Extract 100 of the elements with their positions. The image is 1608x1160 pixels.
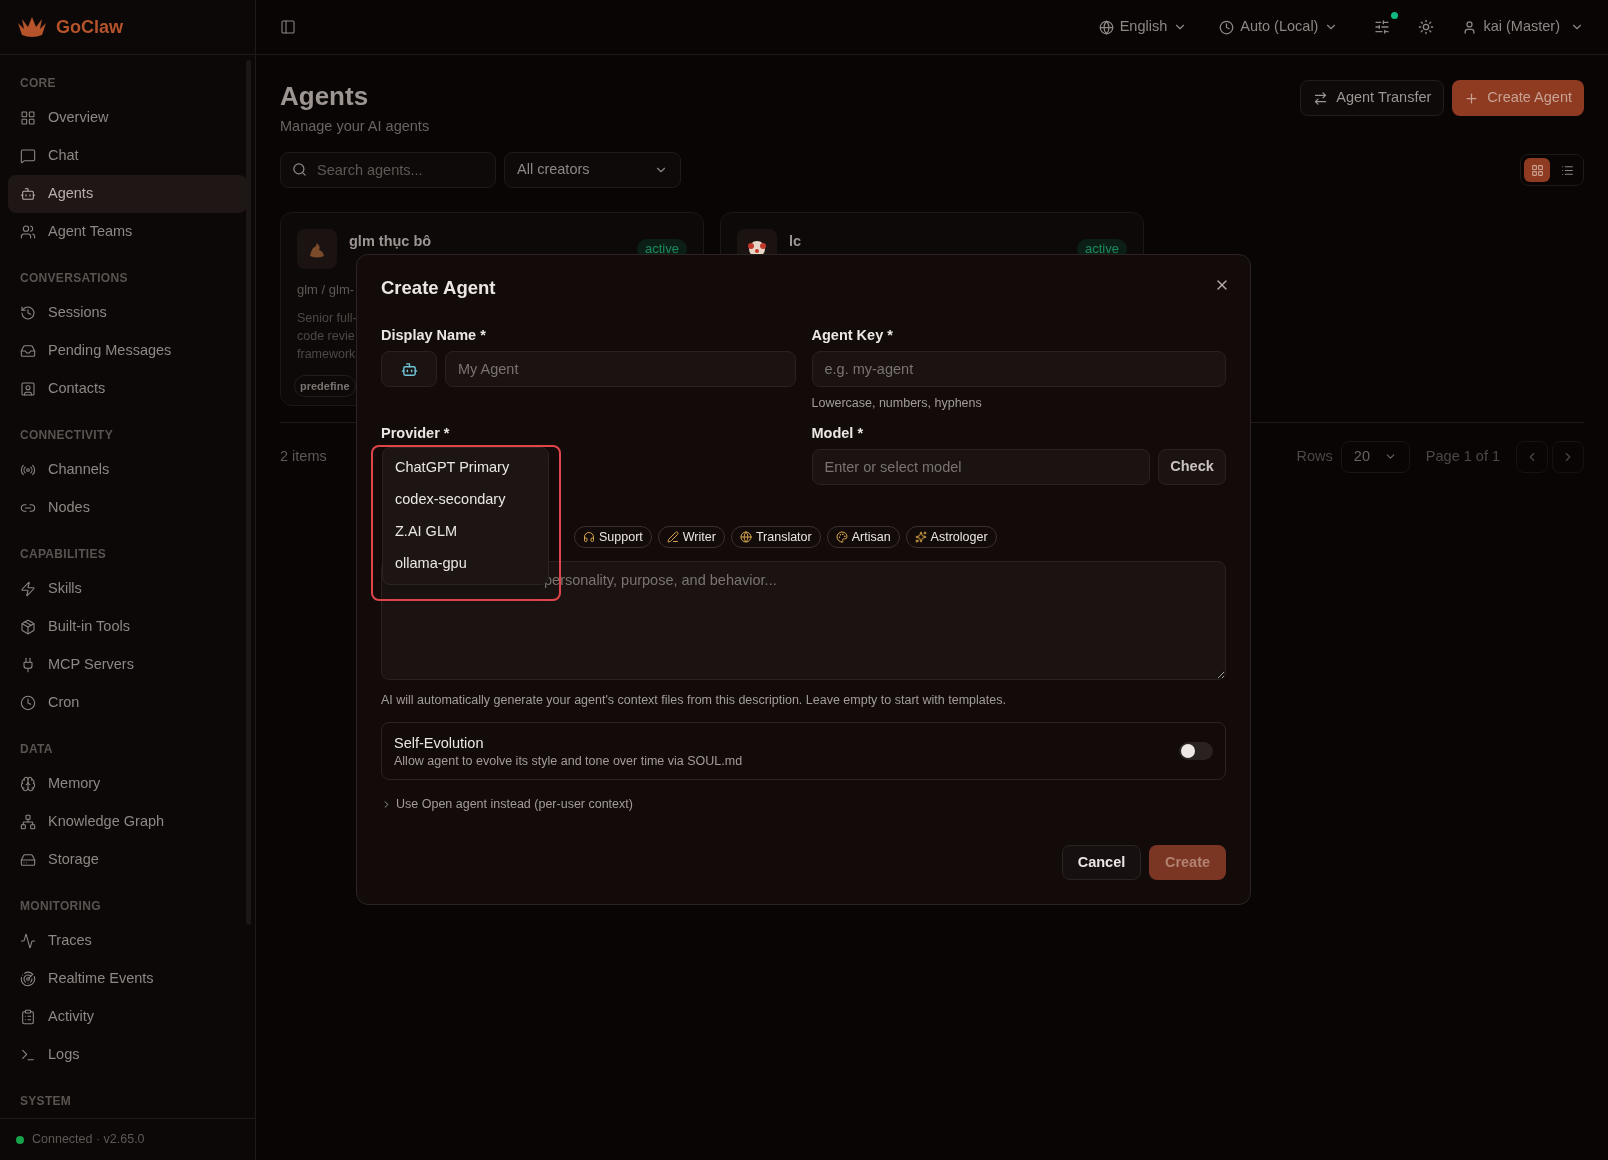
robot-icon <box>400 360 418 378</box>
terminal-icon <box>20 1047 36 1063</box>
field-label: Provider * <box>381 424 450 443</box>
list-icon <box>1560 163 1574 177</box>
grid-icon <box>1530 163 1544 177</box>
plug-icon <box>20 657 36 673</box>
provider-option[interactable]: codex-secondary <box>387 484 544 516</box>
field-label: Display Name * <box>381 326 487 345</box>
field-label: Model * <box>811 424 865 443</box>
open-agent-disclosure[interactable]: Use Open agent instead (per-user context) <box>381 796 633 812</box>
agent-key-field[interactable]: e.g. my-agent <box>811 351 1226 387</box>
sidebar-item[interactable]: Traces <box>8 922 247 960</box>
claw-logo-icon <box>16 15 48 39</box>
sidebar-item[interactable]: Nodes <box>8 489 247 527</box>
field-label: Agent Key * <box>811 326 894 345</box>
agent-description: Senior full- <box>297 310 357 327</box>
sidebar-item[interactable]: Built-in Tools <box>8 608 247 646</box>
pulse-icon <box>20 933 36 949</box>
section-heading: CORE <box>20 75 56 92</box>
rows-label: Rows <box>1296 446 1333 466</box>
sidebar-toggle-icon[interactable] <box>280 19 296 35</box>
provider-option[interactable]: ChatGPT Primary <box>387 452 544 484</box>
sidebar-item[interactable]: Realtime Events <box>8 960 247 998</box>
section-heading: DATA <box>20 741 53 758</box>
plus-icon <box>1464 90 1480 106</box>
sidebar-item[interactable]: Overview <box>8 99 247 137</box>
sidebar-item[interactable]: Skills <box>8 570 247 608</box>
sidebar-item[interactable]: Agents <box>8 175 247 213</box>
globe-icon <box>1098 19 1114 35</box>
grid-view-button[interactable] <box>1524 158 1550 182</box>
network-icon <box>20 814 36 830</box>
globe-icon <box>739 531 752 543</box>
avatar-picker-button[interactable] <box>381 351 437 387</box>
brand-name: GoClaw <box>56 15 123 39</box>
history-icon <box>20 305 36 321</box>
section-heading: CONVERSATIONS <box>20 270 128 287</box>
page-info: Page 1 of 1 <box>1425 446 1500 466</box>
user-icon <box>1462 19 1478 35</box>
swap-arrows-icon <box>1313 90 1329 106</box>
check-button[interactable]: Check <box>1158 449 1226 485</box>
agent-model: glm / glm- <box>297 282 355 297</box>
section-heading: CAPABILITIES <box>20 546 107 563</box>
item-count: 2 items <box>280 446 327 466</box>
timezone-select[interactable]: Auto (Local) <box>1211 16 1347 38</box>
contact-card-icon <box>20 381 36 397</box>
palette-icon <box>835 531 848 543</box>
model-field[interactable]: Enter or select model <box>811 449 1150 485</box>
lightning-icon <box>20 581 36 597</box>
sidebar-item[interactable]: Agent Teams <box>8 213 247 251</box>
search-field[interactable]: Search agents... <box>280 152 496 188</box>
rows-select[interactable]: 20 <box>1340 440 1410 473</box>
chat-bubble-icon <box>20 148 36 164</box>
provider-option[interactable]: Z.AI GLM <box>387 516 544 548</box>
page-title: Agents <box>280 80 370 112</box>
description-hint: AI will automatically generate your agent's context files from this description. Leave empty to start with templates. <box>381 692 1007 708</box>
connection-status: Connected · v2.65.0 <box>32 1131 145 1149</box>
package-icon <box>20 619 36 635</box>
agent-description: code revie <box>297 328 355 345</box>
sidebar-item[interactable]: MCP Servers <box>8 646 247 684</box>
radar-icon <box>20 971 36 987</box>
sidebar-item[interactable]: Memory <box>8 765 247 803</box>
pen-icon <box>666 531 679 543</box>
clock-icon <box>1219 19 1235 35</box>
sidebar-item[interactable]: Activity <box>8 998 247 1036</box>
sliders-icon <box>1374 19 1391 35</box>
dialog-title: Create Agent <box>381 276 496 300</box>
sidebar-item[interactable]: Knowledge Graph <box>8 803 247 841</box>
page-subtitle: Manage your AI agents <box>280 117 430 136</box>
sidebar-item[interactable]: Storage <box>8 841 247 879</box>
headphones-icon <box>583 531 595 543</box>
agent-name: glm thục bô <box>349 232 433 251</box>
cancel-button[interactable]: Cancel <box>1062 845 1141 880</box>
sidebar-item[interactable]: Pending Messages <box>8 332 247 370</box>
search-icon <box>292 162 307 177</box>
display-name-field[interactable]: My Agent <box>445 351 796 387</box>
sidebar-item[interactable]: Cron <box>8 684 247 722</box>
field-hint: Lowercase, numbers, hyphens <box>811 395 983 411</box>
section-heading: SYSTEM <box>20 1093 72 1110</box>
sidebar-item[interactable]: Chat <box>8 137 247 175</box>
users-icon <box>20 224 36 240</box>
user-menu[interactable]: kai (Master) <box>1462 16 1584 38</box>
drive-icon <box>20 852 36 868</box>
toggle-switch[interactable] <box>1179 742 1213 760</box>
sparkle-icon <box>914 531 927 543</box>
sun-icon <box>1418 19 1435 35</box>
robot-icon <box>20 186 36 202</box>
sidebar-item[interactable]: Sessions <box>8 294 247 332</box>
creator-filter[interactable]: All creators <box>504 152 681 188</box>
brain-icon <box>20 776 36 792</box>
sidebar-item[interactable]: Logs <box>8 1036 247 1074</box>
sidebar-item[interactable]: Contacts <box>8 370 247 408</box>
section-heading: CONNECTIVITY <box>20 427 113 444</box>
clock-icon <box>20 695 36 711</box>
sidebar-item[interactable]: Channels <box>8 451 247 489</box>
create-agent-button[interactable]: Create Agent <box>1452 80 1584 116</box>
language-select[interactable]: English <box>1090 16 1196 38</box>
transfer-button[interactable]: Agent Transfer <box>1300 80 1445 116</box>
inbox-icon <box>20 343 36 359</box>
agent-name: lc <box>789 232 803 251</box>
clipboard-icon <box>20 1009 36 1025</box>
